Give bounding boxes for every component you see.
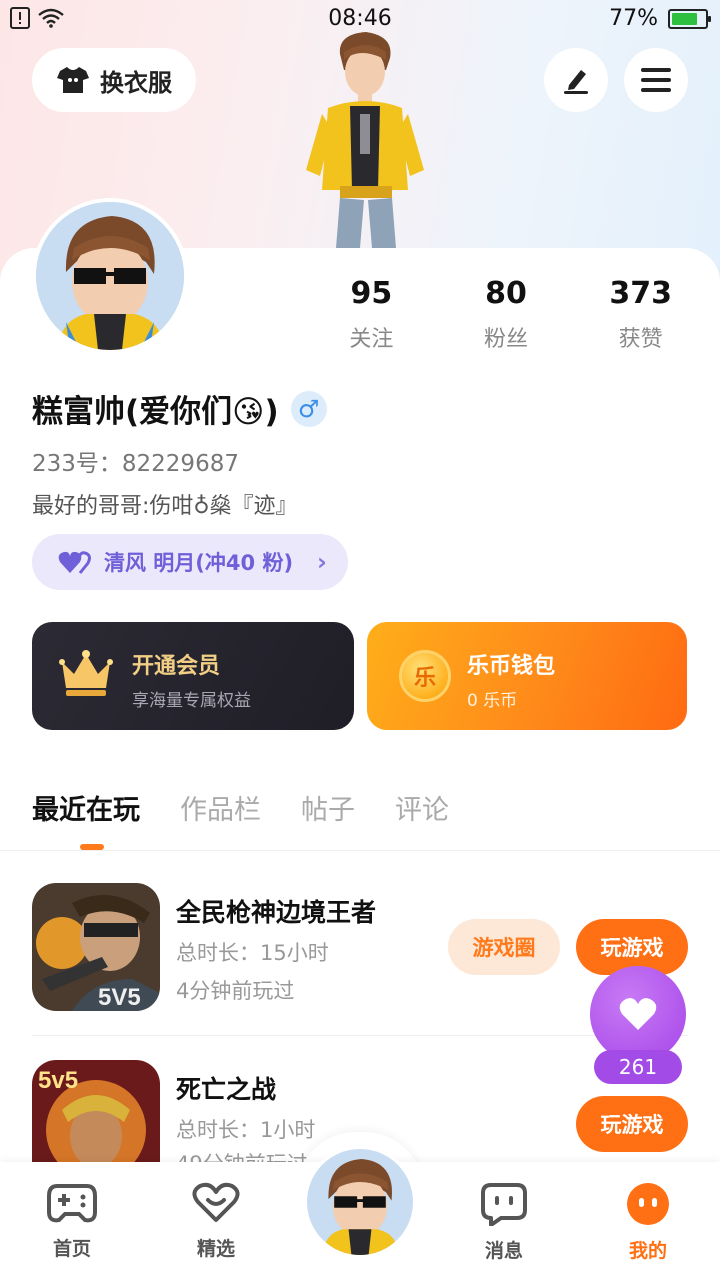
username: 糕富帅(爱你们😘) [32, 394, 279, 430]
play-game-button[interactable]: 玩游戏 [576, 1096, 688, 1152]
game-duration: 总时长：15小时 [176, 941, 329, 965]
tshirt-icon [57, 67, 89, 93]
following-count: 95 [350, 276, 393, 311]
double-heart-icon [58, 551, 91, 574]
row-divider [32, 1035, 688, 1036]
vip-card-title: 开通会员 [132, 654, 221, 679]
face-icon [627, 1183, 669, 1225]
nav-messages-label: 消息 [484, 1240, 523, 1262]
coin-icon: 乐 [399, 650, 451, 702]
game-community-button[interactable]: 游戏圈 [448, 919, 560, 975]
user-bio: 最好的哥哥:伤咁♁燊『迹』 [32, 494, 298, 519]
tab-posts[interactable]: 帖子 [301, 788, 355, 827]
vip-membership-card[interactable]: 开通会员 享海量专属权益 [32, 622, 354, 730]
battery-percent: 77% [609, 6, 658, 31]
gamepad-icon [47, 1184, 97, 1223]
avatar-face-image [36, 202, 184, 350]
chevron-right-icon: › [317, 548, 327, 576]
menu-button[interactable] [624, 48, 688, 112]
battery-icon [668, 8, 711, 29]
user-id[interactable]: 233号：82229687 [32, 444, 239, 478]
username-row: 糕富帅(爱你们😘) ♂ [32, 386, 327, 431]
male-gender-icon: ♂ [290, 390, 327, 427]
tab-recently-played[interactable]: 最近在玩 [32, 788, 140, 827]
nav-me-label: 我的 [628, 1240, 667, 1262]
nav-messages[interactable]: 消息 [454, 1182, 554, 1263]
hamburger-menu-icon [641, 68, 671, 92]
change-outfit-label: 换衣服 [100, 68, 172, 97]
change-outfit-button[interactable]: 换衣服 [32, 48, 196, 112]
tab-comments[interactable]: 评论 [395, 788, 449, 827]
nav-home[interactable]: 首页 [22, 1182, 122, 1261]
profile-avatar[interactable] [32, 198, 188, 354]
profile-stats: 95 关注 80 粉丝 373 获赞 [304, 276, 708, 353]
likes-label: 获赞 [618, 327, 663, 352]
profile-tabs: 最近在玩 作品栏 帖子 评论 [32, 788, 449, 827]
fan-group-pill[interactable]: 清风 明月(冲40 粉) › [32, 534, 348, 590]
chat-icon [481, 1183, 527, 1227]
wallet-balance: 0 乐币 [467, 691, 518, 711]
followers-stat[interactable]: 80 粉丝 [439, 276, 574, 353]
game-list-item[interactable]: 5V5 全民枪神边境王者 总时长：15小时 4分钟前玩过 游戏圈 玩游戏 [32, 883, 688, 1023]
following-label: 关注 [349, 327, 394, 352]
wallet-card[interactable]: 乐 乐币钱包 0 乐币 [367, 622, 687, 730]
game-last-played: 4分钟前玩过 [176, 979, 295, 1003]
following-stat[interactable]: 95 关注 [304, 276, 439, 353]
tab-works[interactable]: 作品栏 [180, 788, 261, 827]
game-duration: 总时长：1小时 [176, 1118, 316, 1142]
heart-icon [619, 998, 657, 1030]
followers-count: 80 [485, 276, 527, 311]
heart-outline-icon [192, 1182, 240, 1222]
game-title: 全民枪神边境王者 [176, 898, 377, 927]
avatar-3d-character[interactable] [300, 30, 430, 250]
edit-profile-button[interactable] [544, 48, 608, 112]
game-icon-quanmin[interactable]: 5V5 [32, 883, 160, 1011]
nav-me[interactable]: 我的 [598, 1182, 698, 1263]
crown-icon [59, 650, 113, 696]
floating-like-button[interactable] [590, 966, 686, 1062]
nav-featured[interactable]: 精选 [166, 1182, 266, 1261]
avatar-face-image [307, 1149, 413, 1255]
likes-stat[interactable]: 373 获赞 [573, 276, 708, 353]
game-title: 死亡之战 [176, 1075, 277, 1104]
vip-card-subtitle: 享海量专属权益 [132, 691, 251, 711]
tabs-divider [0, 850, 720, 851]
nav-center-avatar[interactable] [304, 1146, 416, 1258]
svg-text:5V5: 5V5 [98, 984, 141, 1011]
wallet-card-title: 乐币钱包 [467, 654, 556, 679]
fan-group-label: 清风 明月(冲40 粉) [104, 551, 294, 575]
nav-home-label: 首页 [52, 1238, 91, 1260]
followers-label: 粉丝 [484, 327, 529, 352]
like-count-badge: 261 [594, 1050, 682, 1084]
nav-featured-label: 精选 [196, 1238, 235, 1260]
svg-text:5v5: 5v5 [38, 1067, 78, 1094]
likes-count: 373 [609, 276, 672, 311]
pencil-icon [564, 70, 588, 94]
